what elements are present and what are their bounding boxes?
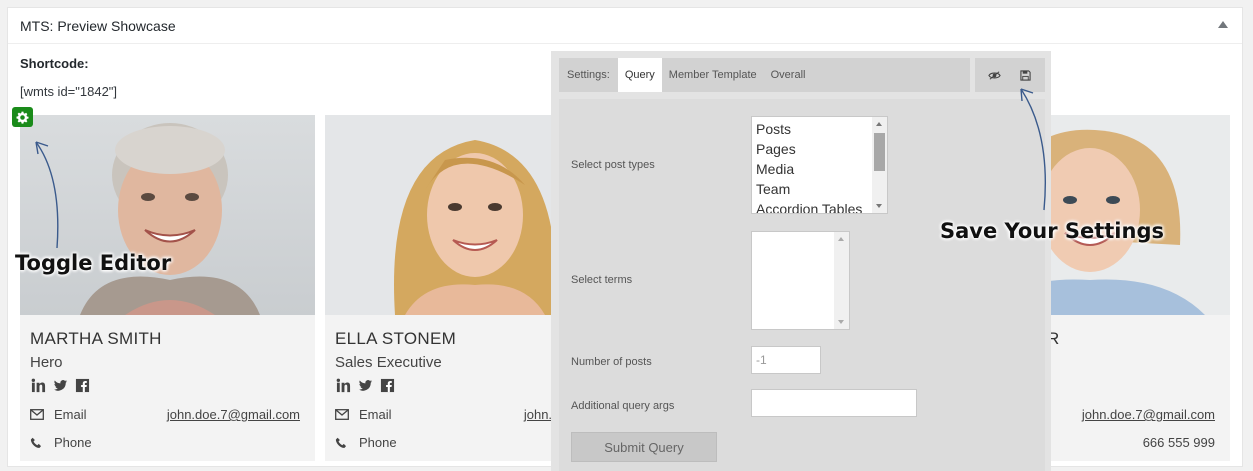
post-type-option[interactable]: Pages — [752, 139, 887, 159]
tab-member-template[interactable]: Member Template — [662, 58, 764, 92]
query-args-input[interactable] — [751, 389, 917, 417]
email-row: Email john.doe.7@gmail.com — [30, 407, 300, 422]
terms-select[interactable] — [751, 231, 850, 330]
settings-tabbar: Settings: Query Member Template Overall — [559, 58, 970, 92]
twitter-icon[interactable] — [52, 377, 68, 393]
settings-label: Settings: — [567, 69, 610, 81]
tab-query[interactable]: Query — [617, 58, 662, 92]
submit-query-button[interactable]: Submit Query — [571, 432, 717, 462]
twitter-icon[interactable] — [357, 377, 373, 393]
post-type-option[interactable]: Team — [752, 179, 887, 199]
collapse-toggle-icon[interactable] — [1218, 21, 1228, 28]
settings-editor-panel: Settings: Query Member Template Overall … — [551, 51, 1051, 471]
member-card: MARTHA SMITH Hero Email john.doe.7@gmail… — [20, 115, 315, 461]
phone-row: Phone — [30, 435, 300, 450]
screen: MTS: Preview Showcase Shortcode: [wmts i… — [0, 0, 1253, 471]
toggle-editor-button[interactable] — [12, 107, 33, 127]
email-link[interactable]: john.doe.7@gmail.com — [1082, 407, 1215, 422]
member-photo — [20, 115, 315, 315]
facebook-icon[interactable] — [379, 377, 395, 393]
member-role: Sales Executive — [335, 354, 442, 371]
post-type-option[interactable]: Posts — [752, 119, 887, 139]
phone-label: Phone — [359, 435, 397, 450]
num-posts-input[interactable]: -1 — [751, 346, 821, 374]
phone-icon — [335, 437, 351, 449]
postbox-title: MTS: Preview Showcase — [20, 18, 176, 34]
num-posts-label: Number of posts — [571, 356, 652, 368]
shortcode-label: Shortcode: — [20, 56, 89, 71]
envelope-icon — [335, 409, 351, 420]
query-form: Select post types Posts Pages Media Team… — [559, 99, 1045, 471]
email-label: Email — [359, 407, 392, 422]
post-types-select[interactable]: Posts Pages Media Team Accordion Tables — [751, 116, 888, 214]
linkedin-icon[interactable] — [335, 377, 351, 393]
envelope-icon — [30, 409, 46, 420]
facebook-icon[interactable] — [74, 377, 90, 393]
email-link[interactable]: john.doe.7@gmail.com — [167, 407, 300, 422]
phone-icon — [30, 437, 46, 449]
scrollbar[interactable] — [834, 232, 849, 329]
member-name: MARTHA SMITH — [30, 329, 162, 348]
post-type-option[interactable]: Accordion Tables — [752, 199, 887, 213]
shortcode-value: [wmts id="1842"] — [20, 84, 118, 99]
save-settings-annotation: Save Your Settings — [940, 219, 1164, 243]
eye-icon[interactable] — [987, 67, 1003, 83]
phone-label: Phone — [54, 435, 92, 450]
post-types-label: Select post types — [571, 159, 655, 171]
linkedin-icon[interactable] — [30, 377, 46, 393]
social-links — [30, 377, 90, 393]
social-links — [335, 377, 395, 393]
tab-overall[interactable]: Overall — [764, 58, 813, 92]
phone-value: 666 555 999 — [1142, 435, 1215, 450]
save-icon[interactable] — [1018, 67, 1034, 83]
gear-icon — [16, 111, 29, 124]
member-role: Hero — [30, 354, 63, 371]
toggle-editor-annotation: Toggle Editor — [15, 251, 172, 275]
member-name: ELLA STONEM — [335, 329, 457, 348]
post-type-option[interactable]: Media — [752, 159, 887, 179]
terms-label: Select terms — [571, 274, 633, 286]
email-label: Email — [54, 407, 87, 422]
save-settings-arrow — [1020, 88, 1047, 211]
scrollbar[interactable] — [872, 117, 887, 213]
postbox-header: MTS: Preview Showcase — [8, 8, 1242, 44]
toggle-editor-arrow — [35, 141, 59, 249]
query-args-label: Additional query args — [571, 400, 675, 412]
